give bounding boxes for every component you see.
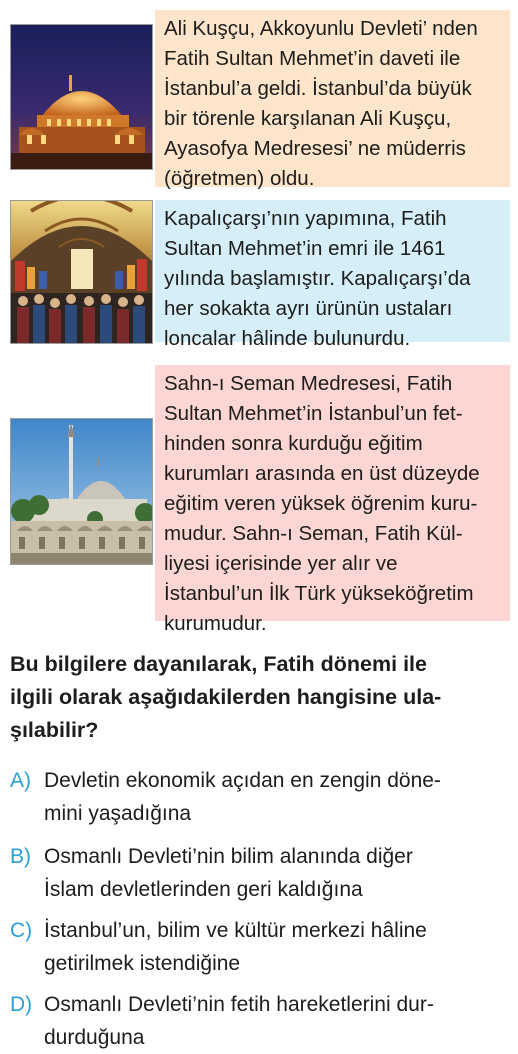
option-d-text: Osmanlı Devleti’nin fetih hareketlerini … bbox=[44, 993, 434, 1049]
option-c-text: İstanbul’un, bilim ve kültür merkezi hâl… bbox=[44, 919, 427, 975]
fatih-mosque-image bbox=[10, 418, 153, 565]
question-text: Bu bilgilere dayanılarak, Fatih dönemi i… bbox=[10, 652, 442, 742]
info-box-sahn-i-seman: Sahn-ı Seman Medresesi, Fatih Sultan Meh… bbox=[155, 365, 510, 635]
option-c-letter: C) bbox=[10, 919, 33, 942]
info-box-ali-kuscu: Ali Kuşçu, Akkoyunlu Devleti’ nden Fatih… bbox=[155, 10, 510, 190]
grand-bazaar-image bbox=[10, 200, 153, 344]
option-b-text: Osmanlı Devleti’nin bilim alanında diğer… bbox=[44, 845, 413, 901]
option-b-letter: B) bbox=[10, 845, 31, 868]
option-a-text: Devletin ekonomik açıdan en zengin döne-… bbox=[44, 769, 441, 825]
info-box-kapalicarsi: Kapalıçarşı’nın yapımına, Fatih Sultan M… bbox=[155, 200, 510, 350]
option-d-letter: D) bbox=[10, 993, 33, 1016]
hagia-sophia-image bbox=[10, 24, 153, 170]
option-a-letter: A) bbox=[10, 769, 31, 792]
